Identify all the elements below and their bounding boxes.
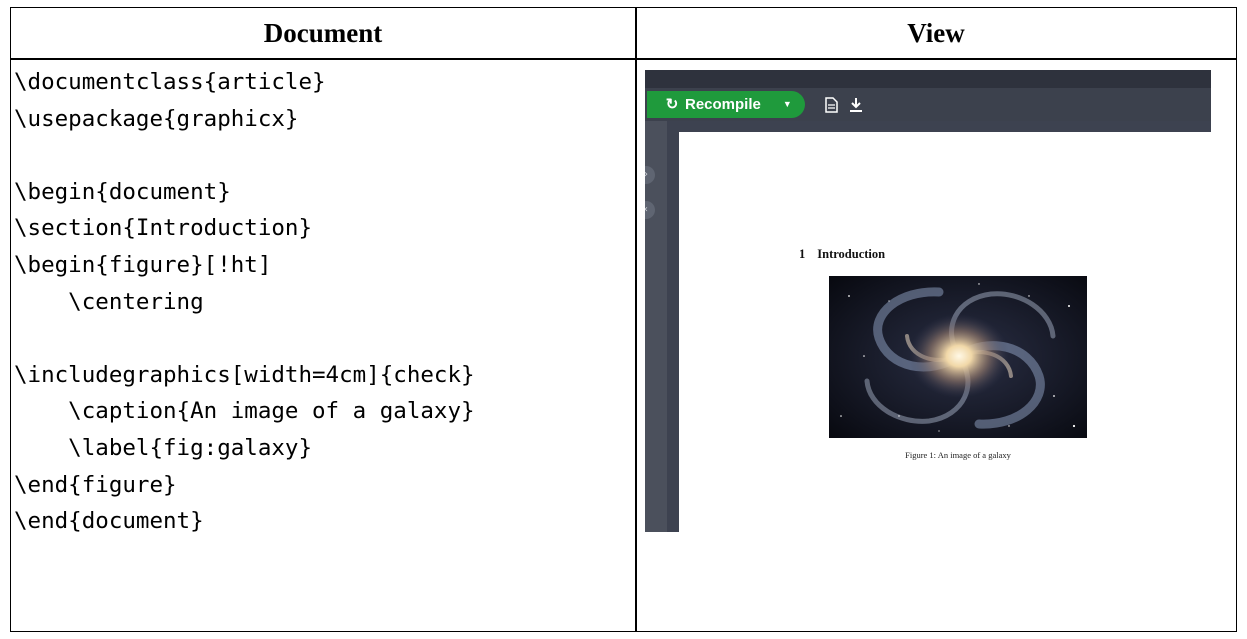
code-line: \begin{document}	[14, 178, 231, 205]
viewer-toolbar: ↻ Recompile ▼	[645, 88, 1211, 121]
code-line: \section{Introduction}	[14, 215, 313, 242]
header-divider	[11, 58, 1236, 60]
figure-caption: Figure 1: An image of a galaxy	[905, 450, 1011, 460]
code-line: \label{fig:galaxy}	[14, 434, 313, 461]
document-icon[interactable]	[825, 97, 838, 117]
download-icon[interactable]	[849, 97, 863, 117]
code-line: \documentclass{article}	[14, 69, 326, 95]
column-divider	[635, 8, 637, 631]
code-line: \includegraphics[width=4cm]{check}	[14, 361, 475, 388]
section-heading: 1 Introduction	[799, 247, 885, 262]
section-number: 1	[799, 247, 806, 261]
code-line: \begin{figure}[!ht]	[14, 251, 272, 278]
latex-source: \documentclass{article} \usepackage{graph…	[14, 64, 632, 540]
code-line: \usepackage{graphicx}	[14, 105, 299, 132]
code-line: \end{document}	[14, 508, 204, 535]
chevron-right-icon[interactable]: ›	[645, 166, 655, 184]
pdf-page: 1 Introduction Figure 1: An image of a g…	[679, 132, 1211, 532]
caret-down-icon[interactable]: ▼	[783, 91, 792, 118]
code-line: \caption{An image of a galaxy}	[14, 398, 475, 425]
recompile-label: Recompile	[685, 96, 761, 113]
code-line: \centering	[14, 288, 204, 315]
code-line: \end{figure}	[14, 471, 177, 498]
galaxy-image	[829, 276, 1087, 438]
header-document: Document	[263, 18, 383, 48]
section-title: Introduction	[817, 247, 886, 261]
header-view: View	[907, 18, 965, 48]
viewer-left-rail: › ‹	[645, 121, 667, 532]
pdf-viewer-screenshot: ↻ Recompile ▼ › ‹ 1 Introduction	[645, 70, 1211, 532]
recompile-button[interactable]: ↻ Recompile ▼	[647, 91, 805, 118]
refresh-icon: ↻	[665, 96, 679, 113]
chevron-left-icon[interactable]: ‹	[645, 201, 655, 219]
viewer-top-bar	[645, 70, 1211, 88]
